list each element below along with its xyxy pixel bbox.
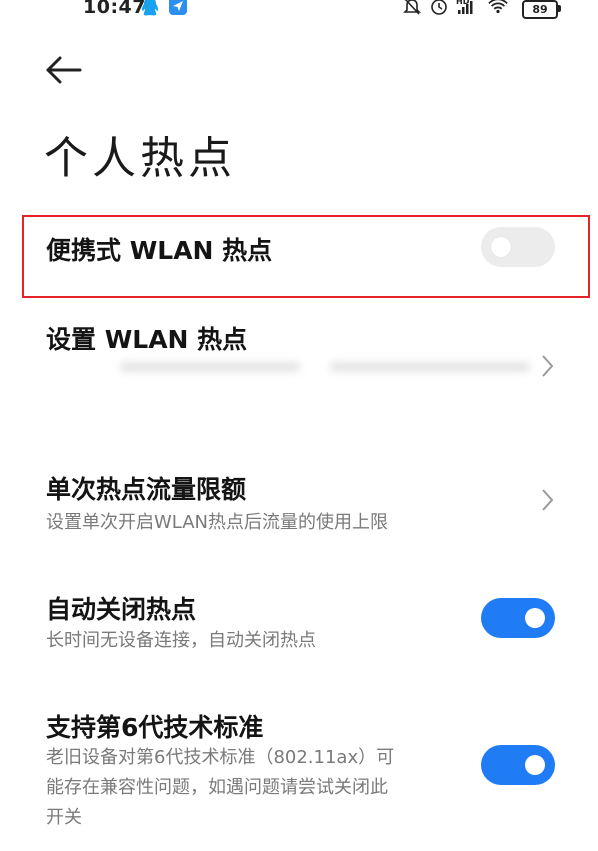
signal-icon — [458, 1, 473, 14]
data-limit-title: 单次热点流量限额 — [46, 475, 247, 504]
wifi6-subtitle-line-1: 老旧设备对第6代技术标准（802.11ax）可 — [46, 747, 395, 768]
toggle-knob — [491, 237, 511, 257]
qq-icon — [141, 0, 159, 16]
data-limit-subtitle: 设置单次开启WLAN热点后流量的使用上限 — [46, 512, 389, 533]
wifi6-toggle[interactable] — [481, 745, 555, 785]
chevron-right-icon — [542, 489, 554, 511]
auto-off-title: 自动关闭热点 — [46, 595, 197, 624]
send-icon — [169, 0, 187, 15]
wifi-icon — [488, 0, 508, 14]
wifi6-subtitle-line-2: 能存在兼容性问题，如遇问题请尝试关闭此 — [46, 777, 388, 798]
back-arrow-icon[interactable] — [40, 52, 84, 88]
alarm-icon — [431, 0, 447, 15]
battery-tip — [558, 5, 561, 12]
blurred-subtitle — [30, 356, 530, 378]
wifi6-title: 支持第6代技术标准 — [46, 713, 264, 742]
configure-hotspot-title: 设置 WLAN 热点 — [46, 325, 248, 354]
toggle-knob — [525, 755, 545, 775]
wifi6-subtitle-line-3: 开关 — [46, 807, 82, 828]
page-title: 个人热点 — [44, 133, 236, 184]
status-time: 10:47 — [83, 0, 146, 18]
portable-hotspot-title: 便携式 WLAN 热点 — [46, 236, 273, 265]
chevron-right-icon — [542, 355, 554, 377]
mute-bell-icon — [403, 0, 421, 15]
toggle-knob — [525, 608, 545, 628]
battery-icon: 89 — [522, 0, 558, 19]
auto-off-subtitle: 长时间无设备连接，自动关闭热点 — [46, 630, 316, 651]
auto-off-toggle[interactable] — [481, 598, 555, 638]
portable-hotspot-toggle[interactable] — [481, 227, 555, 267]
